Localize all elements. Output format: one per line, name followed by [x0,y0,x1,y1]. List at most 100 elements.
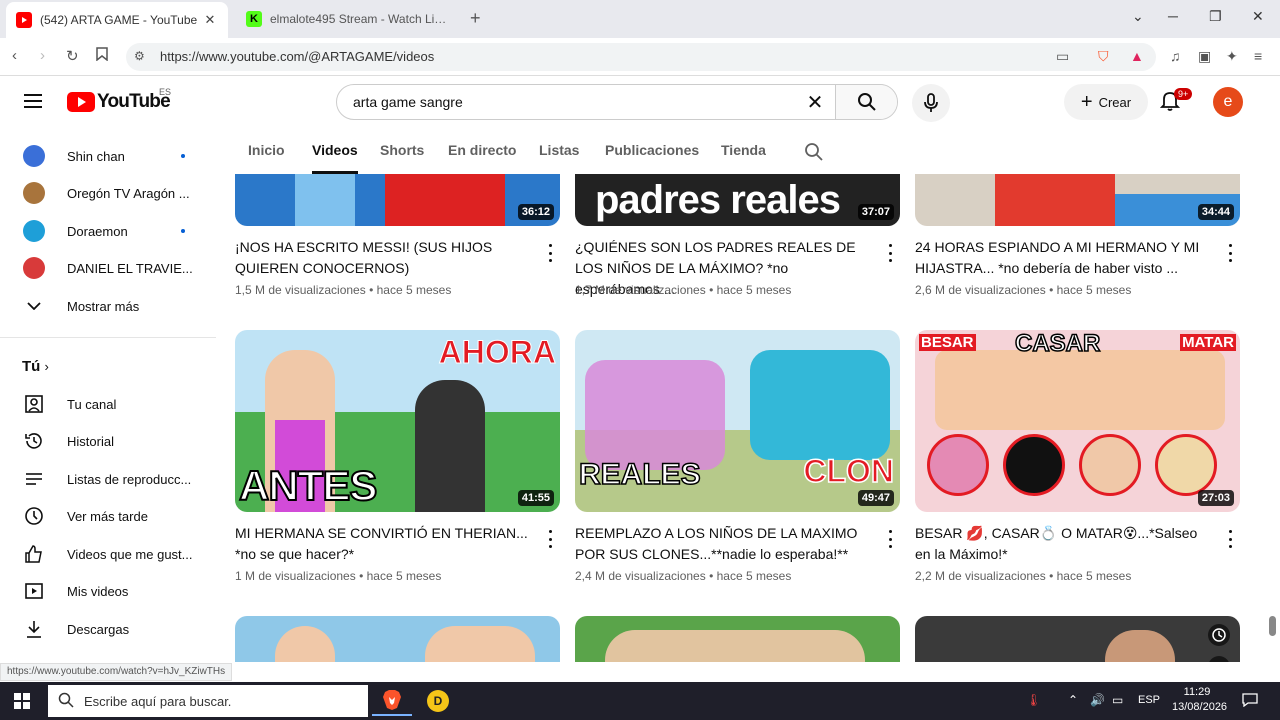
view-count: 2,4 M de visualizaciones [575,569,706,583]
sidebar-item-daniel[interactable]: DANIEL EL TRAVIE... [0,250,216,286]
video-meta: 2,2 M de visualizaciones • hace 5 meses [915,569,1132,583]
more-options-icon[interactable] [547,244,553,262]
forward-icon[interactable]: › [40,47,45,64]
sidebar-item-history[interactable]: Historial [0,423,216,459]
tray-chevron-up-icon[interactable]: ⌃ [1068,693,1078,707]
sidebar-item-playlists[interactable]: Listas de reproducc... [0,461,216,497]
minimize-button[interactable]: ─ [1168,8,1178,24]
search-input[interactable]: arta game sangre [337,94,795,110]
sidebar-item-downloads[interactable]: Descargas [0,611,216,647]
video-thumbnail[interactable]: BESAR CASAR MATAR 27:03 [915,330,1240,512]
sidebar-item-label: Mis videos [67,583,129,599]
tab-search-icon[interactable]: ⌄ [1132,8,1144,25]
close-tab-icon[interactable]: ✕ [202,12,218,28]
brave-browser-icon[interactable] [372,686,412,716]
tab-shorts[interactable]: Shorts [380,142,424,158]
more-options-icon[interactable] [1227,244,1233,262]
more-options-icon[interactable] [887,530,893,548]
brave-rewards-icon[interactable]: ▲ [1130,48,1144,64]
volume-icon[interactable]: 🔊 [1090,693,1105,707]
language-indicator[interactable]: ESP [1138,694,1160,706]
search-box[interactable]: arta game sangre ✕ [336,84,898,120]
add-to-queue-icon[interactable] [1208,656,1230,662]
video-thumbnail[interactable]: 34:44 [915,174,1240,226]
sidebar-item-label: Listas de reproducc... [67,471,192,487]
more-options-icon[interactable] [547,530,553,548]
video-thumbnail[interactable] [915,616,1240,662]
site-settings-icon[interactable]: ⚙ [134,49,145,63]
search-button[interactable] [835,85,897,119]
tab-videos[interactable]: Videos [312,142,358,158]
tab-publicaciones[interactable]: Publicaciones [605,142,699,158]
temperature-icon[interactable]: 🌡 [1026,693,1041,707]
create-button[interactable]: + Crear [1064,84,1148,120]
video-title[interactable]: 24 HORAS ESPIANDO A MI HERMANO Y MI HIJA… [915,237,1215,279]
sidebar-item-watch-later[interactable]: Ver más tarde [0,498,216,534]
menu-icon[interactable]: ≡ [1254,48,1262,64]
video-thumbnail[interactable]: AHORA ANTES 41:55 [235,330,560,512]
url-field[interactable]: ⚙ https://www.youtube.com/@ARTAGAME/vide… [126,43,1156,71]
taskbar-app-icon[interactable]: D [418,686,458,716]
back-icon[interactable]: ‹ [12,47,17,64]
sidebar-item-my-videos[interactable]: Mis videos [0,573,216,609]
video-title[interactable]: ¡NOS HA ESCRITO MESSI! (SUS HIJOS QUIERE… [235,237,535,279]
video-meta: 1 M de visualizaciones • hace 5 meses [235,569,442,583]
scrollbar[interactable] [1264,132,1280,682]
microphone-icon [924,93,938,112]
voice-search-button[interactable] [912,84,950,122]
sidebar-item-oregon-tv[interactable]: Oregón TV Aragón ... [0,175,216,211]
video-thumbnail[interactable]: REALES CLON 49:47 [575,330,900,512]
video-title[interactable]: MI HERMANA SE CONVIRTIÓ EN THERIAN... *n… [235,523,535,565]
clear-search-icon[interactable]: ✕ [795,90,835,115]
tab-en-directo[interactable]: En directo [448,142,516,158]
sidebar-item-your-channel[interactable]: Tu canal [0,386,216,422]
video-thumbnail[interactable]: 36:12 [235,174,560,226]
watch-later-icon[interactable] [1208,624,1230,646]
upload-age: hace 5 meses [366,569,442,583]
video-thumbnail[interactable]: padres reales 37:07 [575,174,900,226]
tab-tienda[interactable]: Tienda [721,142,766,158]
show-more-button[interactable]: Mostrar más [0,288,216,324]
hamburger-menu-icon[interactable] [24,94,42,108]
tab-listas[interactable]: Listas [539,142,579,158]
video-title[interactable]: REEMPLAZO A LOS NIÑOS DE LA MAXIMO POR S… [575,523,875,565]
tab-kick[interactable]: K elmalote495 Stream - Watch Live on Kic… [236,4,462,34]
cast-icon[interactable]: ▭ [1056,48,1069,65]
more-options-icon[interactable] [1227,530,1233,548]
network-icon[interactable]: ▭ [1112,693,1123,707]
leo-ai-icon[interactable]: ✦ [1226,48,1238,65]
reload-icon[interactable]: ↻ [66,47,79,65]
music-icon[interactable]: ♫ [1170,48,1181,64]
tab-youtube[interactable]: (542) ARTA GAME - YouTube ✕ [6,2,228,38]
windows-start-icon[interactable] [14,693,30,709]
you-section-heading[interactable]: Tú › [22,358,49,375]
sidebar-item-doraemon[interactable]: Doraemon [0,213,216,249]
view-count: 1 M de visualizaciones [235,569,356,583]
notification-center-icon[interactable] [1242,693,1258,710]
tab-inicio[interactable]: Inicio [248,142,285,158]
restore-button[interactable]: ❐ [1209,8,1222,25]
sidebar-item-shin-chan[interactable]: Shin chan [0,138,216,174]
new-tab-button[interactable]: + [470,8,481,29]
wallet-icon[interactable]: ▣ [1198,48,1211,65]
channel-search-icon[interactable] [804,142,824,165]
sidebar-item-label: Videos que me gust... [67,546,193,562]
taskbar-search-box[interactable]: Escribe aquí para buscar. [48,685,368,717]
video-title[interactable]: BESAR 💋, CASAR💍 O MATAR😵...*Salseo en la… [915,523,1215,565]
notification-badge: 9+ [1174,88,1193,100]
sidebar-item-label: Oregón TV Aragón ... [67,185,190,201]
avatar[interactable]: e [1213,87,1243,117]
brave-shields-icon[interactable]: ⛉ [1098,48,1109,65]
bookmark-icon[interactable] [96,47,108,65]
close-window-button[interactable]: ✕ [1252,8,1264,25]
youtube-logo[interactable]: YouTube ES [67,87,171,113]
scrollbar-thumb[interactable] [1269,616,1276,636]
youtube-play-icon [67,92,95,112]
sidebar-item-liked-videos[interactable]: Videos que me gust... [0,536,216,572]
view-count: 2,6 M de visualizaciones [915,283,1046,297]
video-thumbnail[interactable] [575,616,900,662]
video-duration: 36:12 [517,204,554,220]
taskbar-clock[interactable]: 11:29 13/08/2026 [1172,685,1227,715]
video-thumbnail[interactable] [235,616,560,662]
more-options-icon[interactable] [887,244,893,262]
